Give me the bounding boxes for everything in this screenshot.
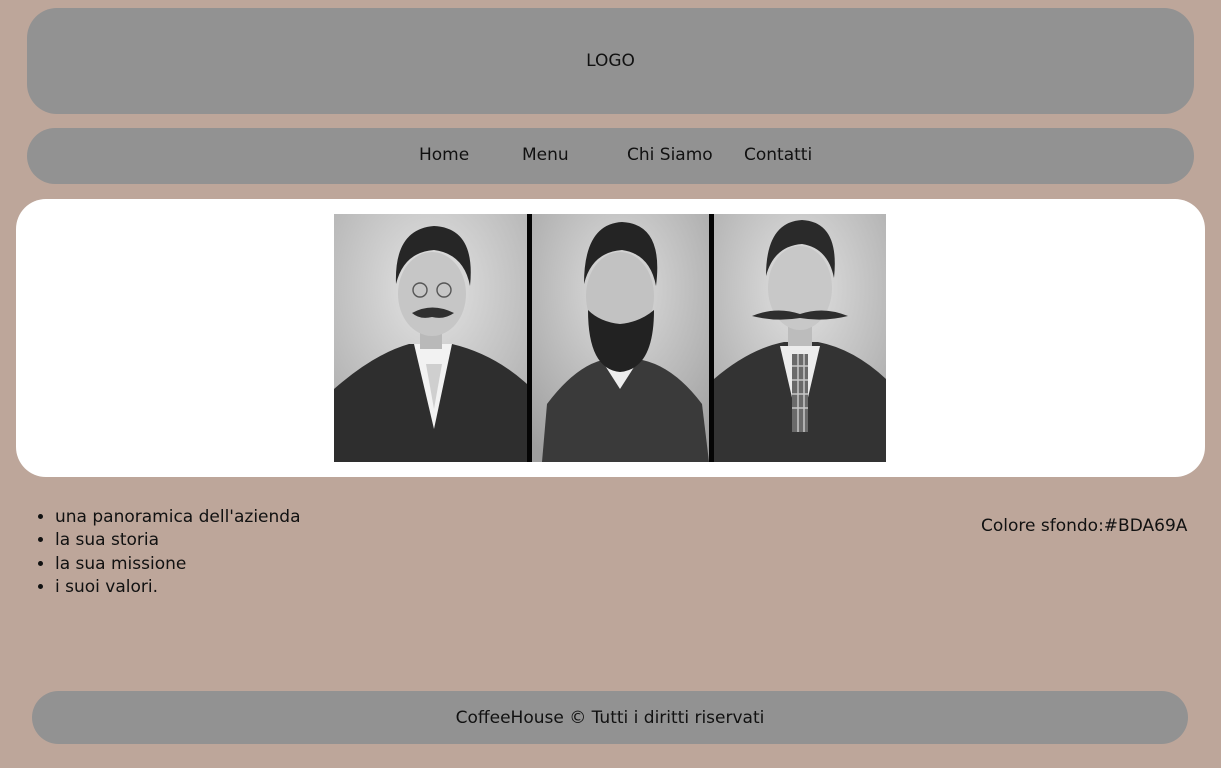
list-item: la sua missione	[55, 553, 301, 576]
nav-item-contatti[interactable]: Contatti	[744, 145, 812, 165]
main-nav: Home Menu Chi Siamo Contatti	[27, 128, 1194, 184]
background-color-note: Colore sfondo:#BDA69A	[981, 516, 1188, 536]
nav-item-chi-siamo[interactable]: Chi Siamo	[627, 145, 713, 165]
logo: LOGO	[586, 51, 635, 71]
list-item: la sua storia	[55, 529, 301, 552]
hero-banner	[16, 199, 1205, 477]
portrait-photo-2	[532, 214, 709, 462]
footer-text: CoffeeHouse © Tutti i diritti riservati	[455, 707, 765, 728]
company-topics-list: una panoramica dell'azienda la sua stori…	[33, 506, 301, 599]
list-item: i suoi valori.	[55, 576, 301, 599]
list-item: una panoramica dell'azienda	[55, 506, 301, 529]
nav-item-menu[interactable]: Menu	[522, 145, 569, 165]
header: LOGO	[27, 8, 1194, 114]
portrait-photo-1	[334, 214, 527, 462]
portrait-photos	[334, 214, 886, 462]
nav-item-home[interactable]: Home	[419, 145, 469, 165]
footer: CoffeeHouse © Tutti i diritti riservati	[32, 691, 1188, 744]
portrait-photo-3	[714, 214, 886, 462]
